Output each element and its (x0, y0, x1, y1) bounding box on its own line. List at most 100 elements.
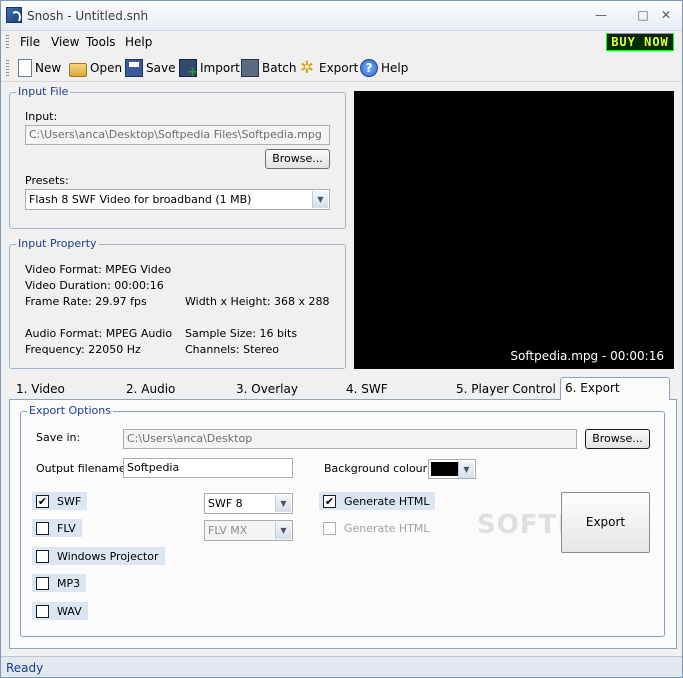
status-bar: Ready (1, 656, 682, 677)
window-title: Snosh - Untitled.snh (27, 9, 149, 23)
windows-projector-checkbox-row[interactable]: Windows Projector (32, 547, 165, 565)
close-button[interactable]: ✕ (657, 8, 675, 22)
minimize-button[interactable]: — (592, 8, 610, 22)
buy-now-button[interactable]: BUY NOW (606, 33, 674, 51)
import-button[interactable]: Import (179, 57, 240, 80)
menu-help[interactable]: Help (125, 35, 152, 49)
tab-audio[interactable]: 2. Audio (126, 379, 175, 399)
import-label: Import (200, 61, 240, 75)
new-label: New (35, 61, 62, 75)
menu-file[interactable]: File (20, 35, 40, 49)
mp3-checkbox[interactable] (36, 576, 49, 590)
swf-label: SWF (57, 494, 82, 508)
export-toolbar-button[interactable]: ✲ Export (298, 57, 358, 79)
tab-swf[interactable]: 4. SWF (346, 379, 388, 399)
export-options-group-label: Export Options (27, 404, 113, 417)
save-button[interactable]: Save (125, 57, 175, 79)
preview-caption: Softpedia.mpg - 00:00:16 (510, 349, 664, 363)
folder-icon (69, 62, 87, 77)
open-label: Open (90, 61, 123, 75)
windows-projector-checkbox[interactable] (36, 549, 49, 563)
menu-view[interactable]: View (51, 35, 79, 49)
tab-video[interactable]: 1. Video (16, 379, 65, 399)
star-export-icon: ✲ (299, 58, 315, 78)
input-label: Input: (25, 110, 58, 123)
app-window: Snosh - Untitled.snh — □ ✕ File View Too… (0, 0, 683, 678)
help-icon: ? (360, 59, 378, 77)
video-preview[interactable]: Softpedia.mpg - 00:00:16 (354, 91, 674, 369)
export-label: Export (319, 61, 359, 75)
swf-checkbox-row[interactable]: ✔ SWF (32, 492, 88, 510)
tab-player-control[interactable]: 5. Player Control (456, 379, 556, 399)
batch-icon (241, 59, 259, 77)
menu-tools[interactable]: Tools (86, 35, 116, 49)
generate-html-flv-checkbox (323, 521, 336, 535)
chevron-down-icon: ▼ (275, 495, 291, 512)
batch-button[interactable]: Batch (241, 57, 297, 79)
flv-version-select: FLV MX ▼ (204, 520, 293, 541)
save-in-label: Save in: (36, 431, 81, 444)
status-text: Ready (6, 661, 44, 675)
channels: Channels: Stereo (185, 343, 279, 356)
flv-checkbox-row[interactable]: FLV (32, 519, 82, 537)
input-browse-button[interactable]: Browse... (265, 149, 330, 169)
input-property-group-label: Input Property (16, 237, 99, 250)
generate-html-flv-label: Generate HTML (344, 521, 430, 535)
swf-version-select[interactable]: SWF 8 ▼ (204, 493, 293, 514)
batch-label: Batch (262, 61, 297, 75)
export-button[interactable]: Export (561, 492, 650, 553)
flv-checkbox[interactable] (36, 521, 49, 535)
floppy-disk-icon (125, 59, 143, 77)
flv-version-value: FLV MX (208, 524, 248, 537)
title-bar: Snosh - Untitled.snh — □ ✕ (1, 1, 682, 31)
help-label: Help (381, 61, 409, 75)
video-duration: Video Duration: 00:00:16 (25, 279, 164, 292)
new-button[interactable]: New (18, 57, 61, 79)
sample-size: Sample Size: 16 bits (185, 327, 298, 340)
output-filename-label: Output filename: (36, 462, 130, 475)
colour-swatch (431, 462, 459, 476)
background-colour-picker[interactable]: ▼ (428, 459, 476, 479)
generate-html-swf-label: Generate HTML (344, 494, 430, 508)
swf-version-value: SWF 8 (208, 497, 243, 510)
save-in-field[interactable]: C:\Users\anca\Desktop (123, 429, 577, 449)
tab-overlay[interactable]: 3. Overlay (236, 379, 298, 399)
save-label: Save (146, 61, 176, 75)
presets-select[interactable]: Flash 8 SWF Video for broadband (1 MB) ▼ (25, 189, 330, 210)
chevron-down-icon: ▼ (275, 522, 291, 539)
new-document-icon (18, 59, 32, 77)
wav-label: WAV (57, 604, 82, 618)
generate-html-swf-row[interactable]: ✔ Generate HTML (319, 492, 436, 510)
menu-bar: File View Tools Help BUY NOW (1, 31, 682, 53)
import-film-icon (179, 59, 198, 80)
maximize-button[interactable]: □ (634, 8, 652, 22)
toolbar-grip (6, 60, 9, 76)
mp3-checkbox-row[interactable]: MP3 (32, 574, 87, 592)
help-button[interactable]: ? Help (360, 57, 408, 79)
wav-checkbox-row[interactable]: WAV (32, 602, 88, 620)
chevron-down-icon: ▼ (312, 191, 328, 208)
dimensions: Width x Height: 368 x 288 (185, 295, 330, 308)
menu-grip (6, 35, 9, 49)
tab-export[interactable]: 6. Export (560, 377, 670, 400)
flv-label: FLV (57, 521, 76, 535)
frequency: Frequency: 22050 Hz (25, 343, 141, 356)
background-colour-label: Background colour: (324, 462, 431, 475)
app-icon (6, 7, 22, 23)
save-in-browse-button[interactable]: Browse... (585, 429, 650, 449)
presets-value: Flash 8 SWF Video for broadband (1 MB) (29, 193, 252, 206)
generate-html-swf-checkbox[interactable]: ✔ (323, 494, 336, 508)
audio-format: Audio Format: MPEG Audio (25, 327, 173, 340)
chevron-down-icon: ▼ (458, 461, 474, 478)
frame-rate: Frame Rate: 29.97 fps (25, 295, 147, 308)
swf-checkbox[interactable]: ✔ (36, 494, 49, 508)
input-file-group-label: Input File (16, 85, 71, 98)
mp3-label: MP3 (57, 576, 81, 590)
open-button[interactable]: Open (69, 57, 122, 79)
video-format: Video Format: MPEG Video (25, 263, 172, 276)
output-filename-field[interactable]: Softpedia (123, 458, 293, 478)
input-path-field[interactable]: C:\Users\anca\Desktop\Softpedia Files\So… (25, 125, 330, 145)
wav-checkbox[interactable] (36, 604, 49, 618)
generate-html-flv-row: Generate HTML (319, 519, 435, 537)
windows-projector-label: Windows Projector (57, 549, 159, 563)
